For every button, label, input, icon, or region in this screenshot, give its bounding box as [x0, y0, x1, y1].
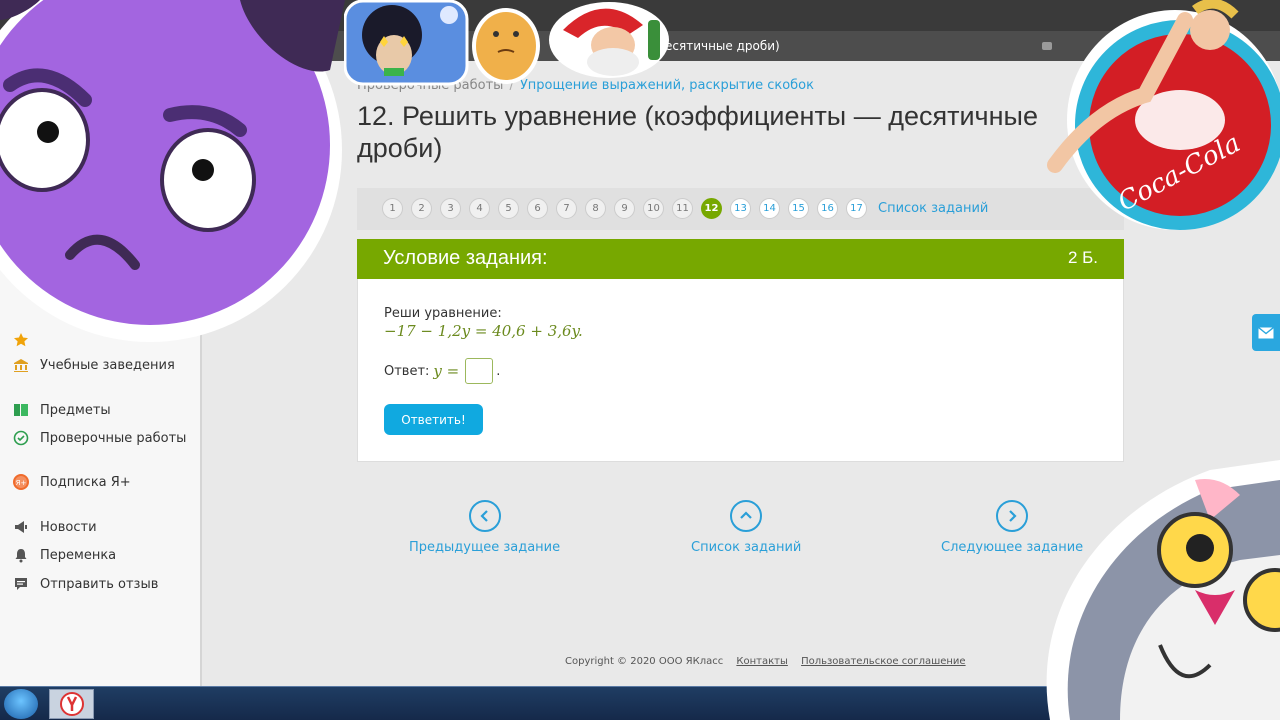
yandex-browser-icon	[59, 692, 84, 716]
page-number-14[interactable]: 14	[759, 198, 780, 219]
purple-monster-sticker	[0, 0, 345, 342]
page-number-5[interactable]: 5	[498, 198, 519, 219]
answer-row: Ответ: y = .	[384, 358, 500, 384]
answer-dot: .	[496, 363, 501, 379]
page-number-3[interactable]: 3	[440, 198, 461, 219]
task-list-link[interactable]: Список заданий	[878, 201, 988, 216]
task-equation: −17 − 1,2y = 40,6 + 3,6y.	[384, 322, 583, 340]
sidebar-item-label: Проверочные работы	[40, 430, 187, 446]
prev-task-link[interactable]: Предыдущее задание	[409, 500, 560, 555]
page-number-2[interactable]: 2	[411, 198, 432, 219]
footer: Copyright © 2020 ООО ЯКласс Контакты Пол…	[565, 656, 976, 667]
page-number-13[interactable]: 13	[730, 198, 751, 219]
page-number-16[interactable]: 16	[817, 198, 838, 219]
page-number-8[interactable]: 8	[585, 198, 606, 219]
sidebar-item-label: Подписка Я+	[40, 474, 131, 490]
page-number-9[interactable]: 9	[614, 198, 635, 219]
cat-blob-sticker	[472, 8, 540, 84]
submit-answer-button[interactable]: Ответить!	[384, 404, 483, 435]
task-header-label: Условие задания:	[383, 247, 548, 269]
prev-task-label: Предыдущее задание	[409, 540, 561, 555]
browser-tab-title[interactable]: есятичные дроби)	[665, 39, 780, 53]
sidebar-item-label: Переменка	[40, 547, 117, 563]
page-list: 1 2 3 4 5 6 7 8 9 10 11 12 13 14 15 16 17 Список заданий	[382, 198, 988, 219]
breadcrumb-item[interactable]: Упрощение выражений, раскрытие скобок	[520, 78, 814, 93]
gray-cat-sticker	[1046, 460, 1280, 720]
start-button[interactable]	[4, 689, 38, 719]
megaphone-icon	[12, 518, 30, 536]
page-number-6[interactable]: 6	[527, 198, 548, 219]
sidebar-item-news[interactable]: Новости	[12, 518, 97, 536]
sidebar-item-label: Отправить отзыв	[40, 576, 159, 592]
coca-cola-pinup-sticker: Coca-Cola	[1047, 0, 1280, 230]
plus-badge-icon: Я+	[12, 473, 30, 491]
books-icon	[12, 401, 30, 419]
yandex-browser-taskbar-button[interactable]	[49, 689, 94, 719]
bell-icon	[12, 546, 30, 564]
sidebar-item-subscription[interactable]: Я+ Подписка Я+	[12, 473, 131, 491]
answer-label: Ответ:	[384, 363, 430, 379]
footer-agreement-link[interactable]: Пользовательское соглашение	[801, 656, 966, 667]
page-number-11[interactable]: 11	[672, 198, 693, 219]
page-number-1[interactable]: 1	[382, 198, 403, 219]
page-number-12[interactable]: 12	[701, 198, 722, 219]
answer-variable: y =	[433, 362, 460, 380]
footer-copyright: Copyright © 2020 ООО ЯКласс	[565, 656, 724, 667]
sidebar-item-label: Новости	[40, 519, 97, 535]
page-number-4[interactable]: 4	[469, 198, 490, 219]
mail-icon	[1258, 326, 1274, 338]
sidebar-item-feedback[interactable]: Отправить отзыв	[12, 575, 158, 593]
sidebar-item-tests[interactable]: Проверочные работы	[12, 429, 186, 447]
task-list-nav-label: Список заданий	[691, 540, 802, 555]
task-points: 2 Б.	[1067, 248, 1098, 267]
page-number-10[interactable]: 10	[643, 198, 664, 219]
afro-man-sticker	[344, 0, 469, 86]
task-prompt: Реши уравнение:	[384, 306, 502, 321]
check-circle-icon	[12, 429, 30, 447]
sidebar-item-break[interactable]: Переменка	[12, 546, 116, 564]
chevron-up-icon	[730, 500, 763, 532]
page-number-15[interactable]: 15	[788, 198, 809, 219]
answer-input[interactable]	[465, 358, 494, 384]
page-number-17[interactable]: 17	[846, 198, 867, 219]
santa-sticker	[549, 2, 669, 78]
task-body: Реши уравнение: −17 − 1,2y = 40,6 + 3,6y…	[357, 279, 1124, 462]
task-pager: 1 2 3 4 5 6 7 8 9 10 11 12 13 14 15 16 17 Список заданий	[357, 188, 1124, 230]
feedback-mail-tab[interactable]	[1252, 314, 1280, 351]
comment-icon	[12, 575, 30, 593]
footer-contacts-link[interactable]: Контакты	[736, 656, 787, 667]
svg-text:Я+: Я+	[16, 479, 27, 487]
page-title: 12. Решить уравнение (коэффициенты — дес…	[357, 101, 1038, 163]
sidebar-item-label: Предметы	[40, 402, 111, 418]
chevron-left-icon	[468, 500, 501, 532]
task-list-nav-link[interactable]: Список заданий	[691, 500, 801, 555]
task-header: Условие задания: 2 Б.	[357, 239, 1124, 279]
page-number-7[interactable]: 7	[556, 198, 577, 219]
sidebar-item-subjects[interactable]: Предметы	[12, 401, 111, 419]
